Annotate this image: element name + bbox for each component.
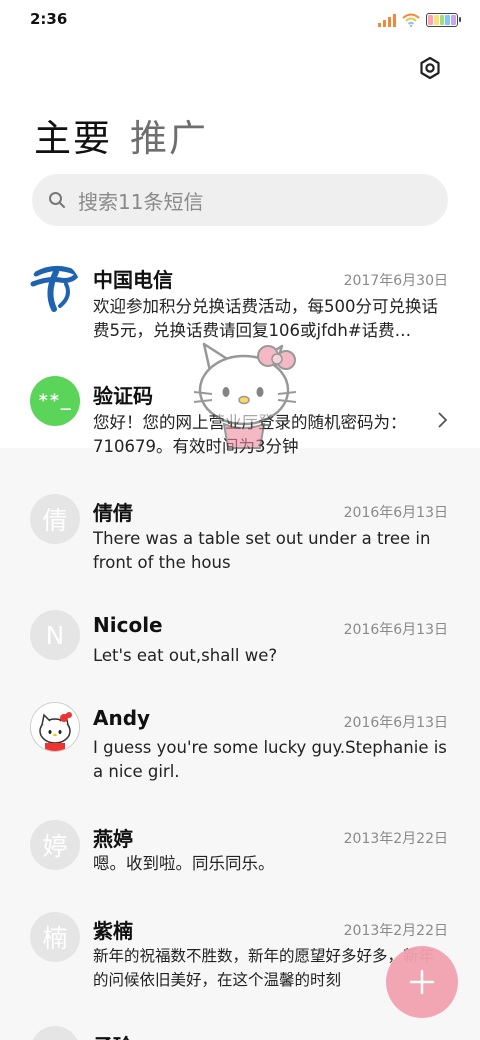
battery-cell: [433, 15, 439, 25]
contact-name: Andy: [93, 706, 151, 730]
status-icons: [378, 11, 461, 27]
conversation-item[interactable]: 子玲: [0, 1024, 480, 1040]
message-preview: There was a table set out under a tree i…: [93, 529, 431, 572]
message-preview: I guess you're some lucky guy.Stephanie …: [93, 738, 447, 781]
signal-icon: [378, 13, 396, 27]
conversation-item[interactable]: 婷 燕婷 2013年2月22日 嗯。收到啦。同乐同乐。: [0, 818, 480, 890]
search-bar[interactable]: 搜索11条短信: [32, 174, 448, 226]
wifi-icon: [402, 13, 420, 27]
message-date: 2016年6月13日: [343, 505, 448, 521]
message-date: 2013年2月22日: [343, 831, 448, 847]
battery-icon: [426, 13, 461, 27]
settings-hexagon-icon: [420, 56, 440, 80]
search-icon: [49, 192, 65, 208]
conversation-item[interactable]: Andy 2016年6月13日 I guess you're some luck…: [0, 700, 480, 792]
contact-name: 紫楠: [93, 919, 133, 943]
tab-primary[interactable]: 主要: [34, 108, 112, 162]
contact-name: 中国电信: [93, 268, 173, 292]
message-preview: 嗯。收到啦。同乐同乐。: [93, 854, 275, 873]
conversation-item[interactable]: 倩 倩倩 2016年6月13日 There was a table set ou…: [0, 490, 480, 582]
tab-promotion[interactable]: 推广: [130, 108, 208, 162]
status-time: 2:36: [30, 10, 68, 28]
avatar: 倩: [30, 494, 80, 544]
contact-name: 子玲: [93, 1030, 133, 1040]
hello-kitty-avatar-icon: [30, 702, 80, 752]
message-date: 2013年2月22日: [343, 923, 448, 939]
contact-name: 验证码: [93, 384, 153, 408]
settings-button[interactable]: [418, 56, 442, 80]
contact-name: 倩倩: [93, 501, 133, 525]
china-telecom-logo-icon: [30, 262, 80, 312]
contact-name: Nicole: [93, 613, 163, 637]
compose-button[interactable]: [386, 946, 458, 1018]
battery-cell: [439, 15, 445, 25]
contact-name: 燕婷: [93, 827, 133, 851]
battery-cell: [428, 15, 433, 25]
hello-kitty-icon: [193, 342, 297, 449]
plus-icon: [409, 969, 435, 995]
message-date: 2016年6月13日: [343, 715, 448, 731]
search-placeholder: 搜索11条短信: [78, 189, 204, 214]
battery-cell: [451, 15, 456, 25]
avatar: **_: [30, 376, 80, 426]
avatar: [30, 1026, 80, 1040]
message-preview: Let's eat out,shall we?: [93, 646, 278, 665]
battery-cell: [445, 15, 451, 25]
conversation-item[interactable]: N Nicole 2016年6月13日 Let's eat out,shall …: [0, 608, 480, 680]
avatar: 婷: [30, 820, 80, 870]
message-date: 2016年6月13日: [343, 622, 448, 638]
status-bar: 2:36: [0, 0, 480, 40]
avatar: 楠: [30, 912, 80, 962]
message-date: 2017年6月30日: [343, 273, 448, 289]
tab-bar: 主要 推广: [34, 108, 208, 162]
chevron-right-icon[interactable]: [436, 410, 450, 430]
avatar: N: [30, 610, 80, 660]
